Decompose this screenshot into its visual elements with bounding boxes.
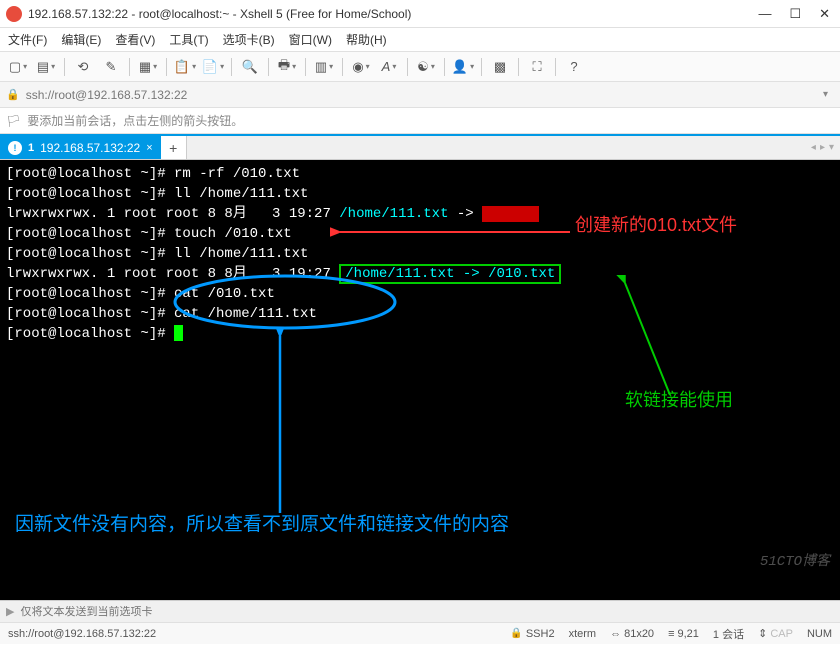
maximize-button[interactable]: ☐: [789, 6, 801, 22]
separator: [444, 58, 445, 76]
properties-button[interactable]: ▦: [136, 56, 160, 78]
encoding-button[interactable]: ☯: [414, 56, 438, 78]
menu-tools[interactable]: 工具(T): [169, 31, 208, 48]
broken-link-target: [482, 206, 538, 222]
terminal-line: lrwxrwxrwx. 1 root root 8 8月 3 19:27 /ho…: [6, 204, 834, 224]
send-icon: ▶: [6, 605, 14, 618]
separator: [268, 58, 269, 76]
blue-arrow-annotation: [260, 328, 300, 518]
menu-help[interactable]: 帮助(H): [346, 31, 387, 48]
annotation-green: 软链接能使用: [625, 390, 733, 410]
close-button[interactable]: ✕: [819, 6, 830, 22]
address-dropdown[interactable]: ▾: [817, 89, 834, 100]
status-ssh: 🔒SSH2: [510, 628, 554, 640]
session-tab[interactable]: ! 1 192.168.57.132:22 ×: [0, 136, 161, 159]
color-button[interactable]: ◉: [349, 56, 373, 78]
watermark: 51CTO博客: [760, 552, 830, 572]
separator: [555, 58, 556, 76]
separator: [129, 58, 130, 76]
find-button[interactable]: 🔍: [238, 56, 262, 78]
tab-next-button[interactable]: ▸: [820, 142, 825, 153]
status-term: xterm: [569, 628, 597, 640]
copy-button[interactable]: 📋: [173, 56, 197, 78]
terminal-line: [root@localhost ~]# ll /home/111.txt: [6, 244, 834, 264]
status-sessions: 1 会话: [713, 626, 744, 642]
separator: [342, 58, 343, 76]
menubar: 文件(F) 编辑(E) 查看(V) 工具(T) 选项卡(B) 窗口(W) 帮助(…: [0, 28, 840, 52]
tab-number: 1: [28, 142, 34, 154]
address-field[interactable]: ssh://root@192.168.57.132:22: [26, 88, 817, 102]
tab-close-button[interactable]: ×: [146, 142, 152, 154]
hintbar: 🏳 要添加当前会话，点击左侧的箭头按钮。: [0, 108, 840, 134]
new-session-button[interactable]: ▢: [6, 56, 30, 78]
window-controls: — ☐ ✕: [758, 6, 834, 22]
separator: [518, 58, 519, 76]
separator: [407, 58, 408, 76]
menu-window[interactable]: 窗口(W): [289, 31, 332, 48]
status-caps: ⇕ CAP: [758, 627, 793, 640]
tab-nav: ◂ ▸ ▾: [811, 136, 834, 159]
fullscreen-button[interactable]: ⛶: [525, 56, 549, 78]
cursor: [174, 325, 183, 341]
terminal-line: [root@localhost ~]# cat /010.txt: [6, 284, 834, 304]
annotation-blue: 因新文件没有内容，所以查看不到原文件和链接文件的内容: [15, 515, 509, 535]
send-input[interactable]: [20, 606, 834, 618]
help-button[interactable]: ?: [562, 56, 586, 78]
statusbar: ssh://root@192.168.57.132:22 🔒SSH2 xterm…: [0, 622, 840, 644]
minimize-button[interactable]: —: [758, 6, 771, 22]
transfer-button[interactable]: ▩: [488, 56, 512, 78]
sendbar: ▶: [0, 600, 840, 622]
lock-icon: 🔒: [510, 628, 522, 639]
terminal-line: lrwxrwxrwx. 1 root root 8 8月 3 19:27 /ho…: [6, 264, 834, 284]
separator: [305, 58, 306, 76]
font-button[interactable]: A: [377, 56, 401, 78]
reconnect-button[interactable]: ⟲: [71, 56, 95, 78]
terminal[interactable]: [root@localhost ~]# rm -rf /010.txt [roo…: [0, 160, 840, 600]
tab-prev-button[interactable]: ◂: [811, 142, 816, 153]
new-tab-button[interactable]: +: [161, 136, 187, 159]
terminal-line: [root@localhost ~]#: [6, 324, 834, 344]
tabbar: ! 1 192.168.57.132:22 × + ◂ ▸ ▾: [0, 134, 840, 160]
separator: [231, 58, 232, 76]
disconnect-button[interactable]: ✎: [99, 56, 123, 78]
menu-edit[interactable]: 编辑(E): [61, 31, 101, 48]
terminal-line: [root@localhost ~]# touch /010.txt: [6, 224, 834, 244]
status-num: NUM: [807, 628, 832, 640]
status-address: ssh://root@192.168.57.132:22: [8, 628, 496, 640]
tab-list-button[interactable]: ▾: [829, 142, 834, 153]
user-button[interactable]: 👤: [451, 56, 475, 78]
print-button[interactable]: 🖶: [275, 56, 299, 78]
open-button[interactable]: ▤: [34, 56, 58, 78]
status-pos: ≡ 9,21: [668, 628, 699, 640]
addressbar: 🔒 ssh://root@192.168.57.132:22 ▾: [0, 82, 840, 108]
status-size: ⇔ 81x20: [610, 628, 654, 640]
flag-icon: 🏳: [6, 114, 21, 128]
paste-button[interactable]: 📄: [201, 56, 225, 78]
terminal-line: [root@localhost ~]# rm -rf /010.txt: [6, 164, 834, 184]
tab-label: 192.168.57.132:22: [40, 141, 140, 155]
separator: [481, 58, 482, 76]
valid-link-box: /home/111.txt -> /010.txt: [339, 264, 561, 284]
menu-tabs[interactable]: 选项卡(B): [223, 31, 275, 48]
hint-text: 要添加当前会话，点击左侧的箭头按钮。: [27, 112, 243, 129]
terminal-line: [root@localhost ~]# ll /home/111.txt: [6, 184, 834, 204]
menu-file[interactable]: 文件(F): [8, 31, 47, 48]
menu-view[interactable]: 查看(V): [115, 31, 155, 48]
separator: [64, 58, 65, 76]
app-icon: [6, 6, 22, 22]
info-icon: !: [8, 141, 22, 155]
terminal-line: [root@localhost ~]# cat /home/111.txt: [6, 304, 834, 324]
toolbar: ▢ ▤ ⟲ ✎ ▦ 📋 📄 🔍 🖶 ▥ ◉ A ☯ 👤 ▩ ⛶ ?: [0, 52, 840, 82]
separator: [166, 58, 167, 76]
window-title: 192.168.57.132:22 - root@localhost:~ - X…: [28, 7, 758, 21]
layout-button[interactable]: ▥: [312, 56, 336, 78]
titlebar: 192.168.57.132:22 - root@localhost:~ - X…: [0, 0, 840, 28]
lock-icon: 🔒: [6, 88, 20, 101]
